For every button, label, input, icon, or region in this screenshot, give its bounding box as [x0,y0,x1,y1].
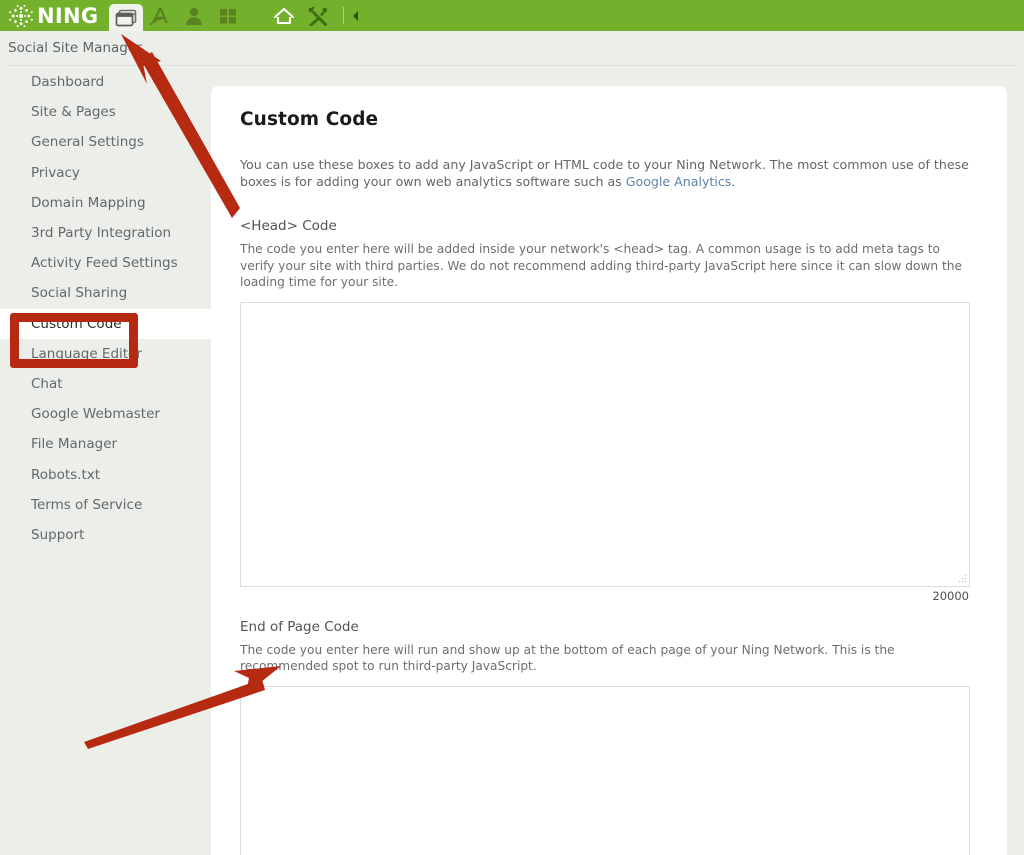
sidebar-item-label: Chat [31,375,63,392]
sidebar-item-file-manager[interactable]: File Manager [0,429,211,459]
top-nav-right-group [267,0,362,31]
tools-icon[interactable] [301,0,335,31]
google-analytics-link[interactable]: Google Analytics [626,174,732,189]
sidebar-item-google-webmaster[interactable]: Google Webmaster [0,399,211,429]
sidebar-item-custom-code[interactable]: Custom Code [0,308,211,339]
sidebar-item-chat[interactable]: Chat [0,369,211,399]
sidebar-nav: Dashboard Site & Pages General Settings Pri… [0,67,211,855]
sidebar-item-site-pages[interactable]: Site & Pages [0,97,211,127]
sidebar-item-label: Terms of Service [31,496,143,513]
sidebar-item-robots-txt[interactable]: Robots.txt [0,459,211,489]
sidebar-item-general-settings[interactable]: General Settings [0,127,211,157]
sidebar-item-dashboard[interactable]: Dashboard [0,67,211,97]
apps-grid-glyph [220,8,237,23]
sidebar-item-label: Robots.txt [31,466,101,483]
sidebar-item-activity-feed-settings[interactable]: Activity Feed Settings [0,248,211,278]
intro-text-after-link: . [731,174,736,189]
breadcrumb: Social Site Manager [8,40,142,56]
end-of-page-code-label: End of Page Code [240,618,359,635]
sidebar-item-language-editor[interactable]: Language Editor [0,339,211,369]
home-icon[interactable] [267,0,301,31]
sidebar-item-label: File Manager [31,436,118,453]
sidebar-item-label: Google Webmaster [31,406,160,423]
sidebar-item-label: Site & Pages [31,104,116,121]
end-of-page-code-description: The code you enter here will run and sho… [240,642,895,674]
ning-logo[interactable]: NING [8,0,98,31]
sidebar-item-support[interactable]: Support [0,520,211,550]
intro-paragraph: You can use these boxes to add any JavaS… [240,130,978,190]
sidebar-item-label: Custom Code [31,315,122,332]
head-code-textarea[interactable]: 20000 [240,301,970,603]
members-icon[interactable] [177,0,211,31]
apps-grid-icon[interactable] [211,0,245,31]
ning-wordmark: NING [37,3,99,28]
head-code-label: <Head> Code [240,218,337,234]
tools-hammer-wrench-glyph [309,6,328,26]
sidebar-item-label: Dashboard [31,74,105,91]
members-person-glyph [186,7,203,25]
sidebar-item-social-sharing[interactable]: Social Sharing [0,278,211,308]
sidebar-item-label: Social Sharing [31,285,128,302]
sidebar-item-label: Language Editor [31,345,142,362]
page-title: Custom Code [240,109,379,130]
content-panel: Custom Code You can use these boxes to a… [211,86,1007,855]
head-code-char-limit: 20000 [932,588,969,603]
site-manager-window-glyph [116,9,137,26]
collapse-left-icon[interactable] [348,0,362,31]
appearance-brush-glyph [149,7,169,26]
subheader-divider [8,65,1016,66]
top-nav-icon-group [109,0,245,31]
ning-starburst-icon [9,4,33,27]
collapse-left-chevron-glyph [353,10,359,21]
sidebar-item-domain-mapping[interactable]: Domain Mapping [0,188,211,218]
sidebar-item-3rd-party-integration[interactable]: 3rd Party Integration [0,218,211,248]
sidebar-item-label: Privacy [31,164,80,181]
page-root: NING Social Site Manager Dashboard Site … [0,0,1024,855]
home-house-glyph [274,7,295,24]
sidebar-item-label: General Settings [31,134,144,151]
subheader: Social Site Manager [0,31,1024,66]
appearance-icon[interactable] [143,0,177,31]
sidebar-item-label: Support [31,526,85,543]
sidebar-item-label: Domain Mapping [31,194,146,211]
end-of-page-code-textarea[interactable] [240,685,970,855]
resize-grip-icon[interactable] [958,574,967,584]
intro-text-before-link: You can use these boxes to add any JavaS… [240,157,969,189]
sidebar-item-label: 3rd Party Integration [31,225,172,242]
head-code-description: The code you enter here will be added in… [240,242,963,289]
sidebar-item-label: Activity Feed Settings [31,255,178,272]
nav-divider [343,7,345,24]
site-manager-icon[interactable] [109,4,144,31]
sidebar-item-terms-of-service[interactable]: Terms of Service [0,490,211,520]
top-navigation-bar: NING [0,0,1024,31]
sidebar-item-privacy[interactable]: Privacy [0,158,211,188]
